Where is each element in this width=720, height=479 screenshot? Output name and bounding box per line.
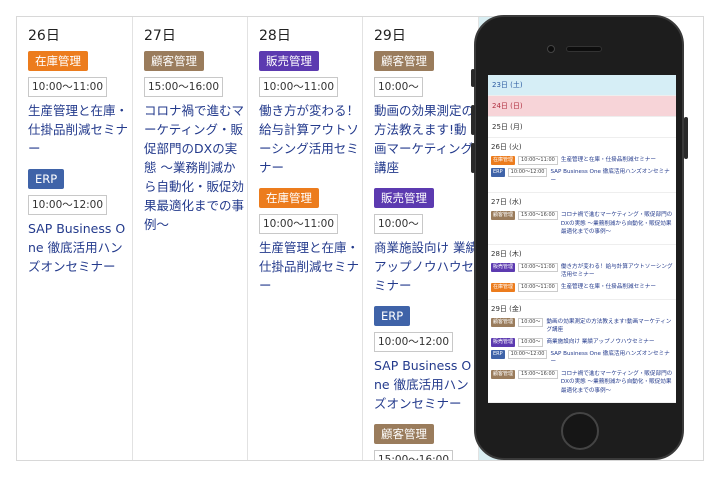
event-title-link[interactable]: 動画の効果測定の方法教えます!動画マーケティング講座 — [374, 101, 478, 177]
phone-event-time: 15:00〜16:00 — [518, 369, 558, 379]
phone-day-header: 29日 (金) — [491, 304, 522, 313]
category-badge: 顧客管理 — [144, 51, 204, 71]
phone-day-header: 27日 (水) — [491, 198, 522, 206]
phone-event-time: 10:00〜 — [518, 337, 544, 347]
category-badge: ERP — [28, 169, 65, 189]
phone-event-time: 15:00〜16:00 — [518, 211, 558, 220]
category-badge: 在庫管理 — [28, 51, 88, 71]
event-title-link[interactable]: 働き方が変わる！給与計算アウトソーシング活用セミナー — [259, 101, 362, 177]
event-time: 15:00〜16:00 — [144, 77, 224, 97]
day-column-28: 28日販売管理 10:00〜11:00 働き方が変わる！給与計算アウトソーシング活用… — [248, 17, 363, 460]
phone-event-time: 10:00〜12:00 — [507, 349, 548, 359]
phone-home-button[interactable] — [561, 412, 599, 450]
event-time: 10:00〜12:00 — [28, 195, 108, 215]
phone-event-row[interactable]: 在庫管理 10:00〜11:00 生産管理と在庫・仕掛品削減セミナー — [491, 156, 673, 165]
event-title-link[interactable]: 生産管理と在庫・仕掛品削減セミナー — [28, 101, 132, 158]
event-time: 10:00〜11:00 — [259, 214, 339, 234]
event-time: 10:00〜 — [374, 214, 423, 234]
event-item[interactable]: 顧客管理 10:00〜動画の効果測定の方法教えます!動画マーケティング講座 — [374, 50, 478, 177]
phone-day-header: 26日 (火) — [491, 143, 522, 151]
category-badge: ERP — [374, 306, 411, 326]
phone-day-section: 27日 (水) 顧客管理 15:00〜16:00 コロナ禍で進むマーケティング・販促部… — [488, 193, 676, 245]
phone-category-badge: 顧客管理 — [491, 369, 516, 379]
phone-event-title-link[interactable]: 商業施設向け 業績アップノウハウセミナー — [546, 338, 654, 347]
phone-power-button — [684, 117, 688, 159]
phone-event-title-link[interactable]: 働き方が変わる！給与計算アウトソーシング活用セミナー — [561, 263, 673, 280]
event-time: 10:00〜 — [374, 77, 423, 97]
phone-event-row[interactable]: ERP 10:00〜12:00 SAP Business One 徹底活用ハンズオン… — [491, 349, 673, 367]
event-title-link[interactable]: 生産管理と在庫・仕掛品削減セミナー — [259, 238, 362, 295]
phone-event-time: 10:00〜 — [518, 317, 544, 327]
phone-category-badge: 在庫管理 — [491, 156, 516, 165]
phone-volume-down — [471, 143, 475, 173]
event-item[interactable]: 在庫管理 10:00〜11:00 生産管理と在庫・仕掛品削減セミナー — [28, 50, 132, 158]
event-item[interactable]: ERP 10:00〜12:00 SAP Business One 徹底活用ハンズオン… — [28, 168, 132, 276]
phone-event-row[interactable]: 在庫管理 10:00〜11:00 生産管理と在庫・仕掛品削減セミナー — [491, 282, 673, 292]
event-item[interactable]: 顧客管理 15:00〜16:00 コロナ禍で進むマーケティング・販促部門のDXの実態… — [144, 50, 247, 234]
phone-event-title-link[interactable]: SAP Business One 徹底活用ハンズオンセミナー — [550, 168, 673, 185]
event-item[interactable]: 顧客管理 15:00〜16:00 — [374, 423, 478, 460]
phone-day-section: 28日 (木) 販売管理 10:00〜11:00 働き方が変わる！給与計算アウトソーシ… — [488, 245, 676, 300]
phone-category-badge: 顧客管理 — [491, 211, 516, 220]
phone-event-row[interactable]: 顧客管理 10:00〜 動画の効果測定の方法教えます!動画マーケティング講座 — [491, 317, 673, 335]
phone-event-time: 10:00〜11:00 — [518, 156, 558, 165]
phone-day-section: 26日 (火) 在庫管理 10:00〜11:00 生産管理と在庫・仕掛品削減セミナー E… — [488, 138, 676, 193]
phone-category-badge: 在庫管理 — [491, 282, 516, 292]
phone-event-title-link[interactable]: コロナ禍で進むマーケティング・販促部門のDXの実態 〜業務削減から自動化・販促効… — [561, 211, 673, 237]
phone-event-row[interactable]: 顧客管理 15:00〜16:00 コロナ禍で進むマーケティング・販促部門のDXの実態… — [491, 211, 673, 237]
event-item[interactable]: 在庫管理 10:00〜11:00 生産管理と在庫・仕掛品削減セミナー — [259, 187, 362, 295]
category-badge: 顧客管理 — [374, 51, 434, 71]
phone-day-section: 29日 (金) 顧客管理 10:00〜 動画の効果測定の方法教えます!動画マーケティン… — [488, 300, 676, 403]
phone-category-badge: ERP — [491, 349, 505, 359]
event-time: 15:00〜16:00 — [374, 450, 454, 460]
phone-day-row: 25日 (月) — [488, 117, 676, 138]
phone-camera — [547, 45, 555, 53]
day-header: 28日 — [259, 28, 291, 44]
phone-day-row: 24日 (日) — [488, 96, 676, 117]
category-badge: 在庫管理 — [259, 188, 319, 208]
phone-day-row: 23日 (土) — [488, 75, 676, 96]
phone-event-time: 10:00〜12:00 — [507, 168, 548, 177]
event-title-link[interactable]: 商業施設向け 業績アップノウハウセミナー — [374, 238, 478, 295]
phone-category-badge: 販売管理 — [491, 337, 516, 347]
phone-event-title-link[interactable]: SAP Business One 徹底活用ハンズオンセミナー — [550, 350, 673, 367]
event-title-link[interactable]: コロナ禍で進むマーケティング・販促部門のDXの実態 〜業務削減から自動化・販促効… — [144, 101, 247, 234]
category-badge: 販売管理 — [259, 51, 319, 71]
event-time: 10:00〜11:00 — [259, 77, 339, 97]
phone-side-button — [471, 69, 475, 87]
smartphone-mockup: 23日 (土) 24日 (日) 25日 (月) 26日 (火) 在庫管理 10:00〜11… — [471, 15, 688, 460]
phone-event-row[interactable]: ERP 10:00〜12:00 SAP Business One 徹底活用ハンズオン… — [491, 168, 673, 185]
phone-event-row[interactable]: 販売管理 10:00〜11:00 働き方が変わる！給与計算アウトソーシング活用セミナ… — [491, 262, 673, 280]
phone-event-time: 10:00〜11:00 — [518, 262, 558, 272]
day-header: 29日 — [374, 28, 406, 44]
category-badge: 顧客管理 — [374, 424, 434, 444]
day-header: 26日 — [28, 28, 60, 44]
phone-event-title-link[interactable]: コロナ禍で進むマーケティング・販促部門のDXの実態 〜業務削減から自動化・販促効… — [561, 370, 673, 396]
phone-category-badge: ERP — [491, 168, 505, 177]
phone-event-row[interactable]: 顧客管理 15:00〜16:00 コロナ禍で進むマーケティング・販促部門のDXの実態… — [491, 369, 673, 396]
event-item[interactable]: 販売管理 10:00〜商業施設向け 業績アップノウハウセミナー — [374, 187, 478, 295]
category-badge: 販売管理 — [374, 188, 434, 208]
day-column-26: 26日在庫管理 10:00〜11:00 生産管理と在庫・仕掛品削減セミナー ERP 10… — [17, 17, 133, 460]
phone-event-title-link[interactable]: 生産管理と在庫・仕掛品削減セミナー — [561, 156, 656, 165]
event-item[interactable]: 販売管理 10:00〜11:00 働き方が変わる！給与計算アウトソーシング活用セミナ… — [259, 50, 362, 177]
phone-event-title-link[interactable]: 生産管理と在庫・仕掛品削減セミナー — [561, 283, 656, 292]
day-column-29: 29日 顧客管理 10:00〜 動画の効果測定の方法教えます!動画マーケティング講座販… — [363, 17, 479, 460]
phone-volume-up — [471, 105, 475, 135]
phone-event-title-link[interactable]: 動画の効果測定の方法教えます!動画マーケティング講座 — [546, 318, 673, 335]
phone-category-badge: 顧客管理 — [491, 317, 516, 327]
phone-category-badge: 販売管理 — [491, 262, 516, 272]
day-column-27: 27日顧客管理 15:00〜16:00 コロナ禍で進むマーケティング・販促部門のDX… — [133, 17, 248, 460]
event-title-link[interactable]: SAP Business One 徹底活用ハンズオンセミナー — [374, 356, 478, 413]
phone-event-time: 10:00〜11:00 — [518, 282, 558, 292]
day-header: 27日 — [144, 28, 176, 44]
event-time: 10:00〜11:00 — [28, 77, 108, 97]
event-title-link[interactable]: SAP Business One 徹底活用ハンズオンセミナー — [28, 219, 132, 276]
event-item[interactable]: ERP 10:00〜12:00 SAP Business One 徹底活用ハンズオン… — [374, 305, 478, 413]
phone-screen: 23日 (土) 24日 (日) 25日 (月) 26日 (火) 在庫管理 10:00〜11… — [488, 75, 676, 403]
phone-day-header: 28日 (木) — [491, 249, 522, 258]
phone-speaker — [566, 46, 602, 52]
phone-event-row[interactable]: 販売管理 10:00〜 商業施設向け 業績アップノウハウセミナー — [491, 337, 673, 347]
event-time: 10:00〜12:00 — [374, 332, 454, 352]
